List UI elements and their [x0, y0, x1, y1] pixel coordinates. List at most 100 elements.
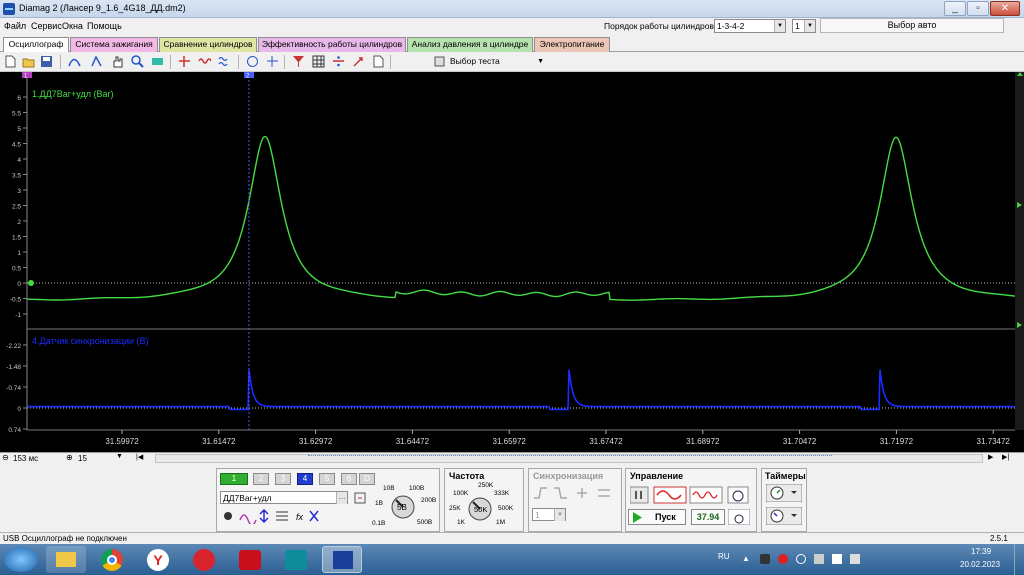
toolbar-separator: [284, 55, 285, 69]
tab-cylinder-efficiency[interactable]: Эффективность работы цилиндров: [258, 37, 406, 52]
app-red-swirl-icon[interactable]: [184, 546, 224, 573]
yandex-browser-icon[interactable]: Y: [138, 546, 178, 573]
ch1-tick-label: 5.5: [12, 111, 21, 118]
channel-1-button[interactable]: 1: [220, 473, 248, 485]
ch4-tick-label: -0.74: [6, 385, 21, 392]
toolbar-separator: [238, 55, 239, 69]
open-folder-icon[interactable]: [22, 55, 35, 68]
select-auto-button[interactable]: Выбор авто: [820, 18, 1004, 33]
sample-count-value[interactable]: 15: [78, 454, 87, 463]
timer-2-button[interactable]: [766, 507, 802, 525]
volt-label: 10В: [383, 485, 395, 492]
ch1-tick-label: 6: [17, 95, 21, 102]
channel-2-button[interactable]: 2: [253, 473, 269, 485]
app-teal-icon[interactable]: [276, 546, 316, 573]
export-icon[interactable]: [352, 55, 365, 68]
cursor-icon[interactable]: [266, 55, 279, 68]
toolbar-separator: [390, 55, 391, 69]
tab-pressure-analysis[interactable]: Анализ давления в цилиндре: [407, 37, 533, 52]
measure-icon[interactable]: [90, 55, 103, 68]
explorer-icon[interactable]: [46, 546, 86, 573]
control-title: Управление: [630, 471, 684, 481]
minimize-button[interactable]: _: [944, 1, 966, 16]
show-desktop-button[interactable]: [1014, 544, 1024, 575]
menu-service[interactable]: Сервис: [31, 21, 62, 31]
tab-oscilloscope[interactable]: Осциллограф: [3, 37, 69, 52]
chevron-down-icon: ▼: [804, 20, 815, 32]
angle-icon[interactable]: [246, 55, 259, 68]
x-tick-label: 31.65972: [493, 437, 527, 446]
sync-channel-select[interactable]: 1 ▼: [532, 508, 566, 521]
waves-icon[interactable]: [218, 55, 231, 68]
document-icon[interactable]: [372, 55, 385, 68]
tab-power[interactable]: Электропитание: [534, 37, 610, 52]
timers-title: Таймеры: [765, 471, 806, 481]
divide-icon[interactable]: [332, 55, 345, 68]
filter-icon[interactable]: [292, 55, 305, 68]
tab-cylinder-compare[interactable]: Сравнение цилиндров: [159, 37, 257, 52]
ch4-tick-label: 0: [17, 406, 21, 413]
zoom-icon[interactable]: [131, 55, 144, 68]
timer-1-button[interactable]: [766, 484, 802, 502]
save-icon[interactable]: [40, 55, 53, 68]
maximize-button[interactable]: ▫: [967, 1, 989, 16]
start-button-label: Пуск: [655, 512, 676, 522]
channel-5-button[interactable]: 5: [319, 473, 335, 485]
version-text: 2.5.1: [990, 534, 1008, 543]
time-div-zoom-out[interactable]: ⊖: [2, 453, 9, 462]
diamag-taskbar-icon[interactable]: [322, 546, 362, 573]
menu-file[interactable]: Файл: [4, 21, 26, 31]
scroll-end-icon[interactable]: ▶|: [1002, 453, 1009, 461]
time-scrollbar[interactable]: [155, 454, 983, 463]
language-indicator[interactable]: RU: [718, 552, 730, 561]
test-select-dropdown[interactable]: Выбор теста ▼: [430, 54, 548, 69]
grid-icon[interactable]: [312, 55, 325, 68]
frequency-knob-value: 50K: [474, 505, 488, 514]
channel-3-button[interactable]: 3: [275, 473, 291, 485]
clock-date[interactable]: 20.02.2023: [960, 560, 1000, 569]
chevron-down-icon[interactable]: ▼: [116, 453, 123, 460]
channel-4-button[interactable]: 4: [297, 473, 313, 485]
chrome-icon[interactable]: [92, 546, 132, 573]
cylinder-select[interactable]: 1 ▼: [792, 19, 816, 33]
scroll-forward-icon[interactable]: ▶: [988, 453, 993, 461]
clock-time[interactable]: 17:39: [971, 547, 991, 556]
control-icons[interactable]: [630, 486, 752, 504]
chevron-down-icon: ▼: [774, 20, 785, 32]
close-button[interactable]: ✕: [990, 1, 1020, 16]
scroll-start-icon[interactable]: |◀: [136, 453, 143, 461]
menu-help[interactable]: Помощь: [87, 21, 122, 31]
tray-volume-icon: [850, 554, 860, 564]
peak-marker-icon[interactable]: [68, 55, 81, 68]
hand-pan-icon[interactable]: [111, 55, 124, 68]
freq-label: 1K: [457, 519, 465, 526]
chevron-down-icon: ▼: [554, 509, 565, 521]
sensor-settings-icon[interactable]: [353, 491, 367, 505]
right-scale-strip: [1015, 72, 1024, 430]
start-button[interactable]: Пуск: [628, 509, 686, 525]
samples-zoom-in[interactable]: ⊕: [66, 453, 73, 462]
sensor-name-value: ДД7Ваг+удл: [223, 493, 272, 503]
sync-mode-icons[interactable]: [532, 486, 618, 500]
auto-settings-icon[interactable]: [728, 509, 750, 525]
oscilloscope-display[interactable]: 6 5.5 5 4.5 4 3.5 3 2.5 2 1.5 1 0.5 0 -0.5 -1 -2.22 -1.…: [0, 72, 1024, 452]
channel-1-label: 1.ДД7Ваг+удл (Bar): [32, 89, 113, 99]
start-menu-icon[interactable]: [4, 547, 38, 572]
system-tray-icons[interactable]: ▲: [742, 554, 872, 566]
sensor-name-field[interactable]: ДД7Ваг+удл …: [220, 491, 348, 504]
freq-label: 250K: [478, 482, 494, 489]
car-service-icon[interactable]: [230, 546, 270, 573]
menu-windows[interactable]: Окна: [62, 21, 83, 31]
tab-ignition[interactable]: Система зажигания: [70, 37, 158, 52]
updown-icon: [259, 508, 269, 524]
scrollbar-thumb[interactable]: [308, 455, 832, 462]
time-div-value[interactable]: 153 мс: [13, 454, 38, 463]
wave-icon[interactable]: [198, 55, 211, 68]
new-file-icon[interactable]: [4, 55, 17, 68]
channel-tools[interactable]: fx: [220, 508, 320, 524]
freq-label: 25K: [449, 505, 461, 512]
compress-icon[interactable]: [178, 55, 191, 68]
fit-icon[interactable]: [151, 55, 164, 68]
cylinder-order-select[interactable]: 1-3-4-2 ▼: [714, 19, 786, 33]
channel-6-button[interactable]: 6: [341, 473, 357, 485]
